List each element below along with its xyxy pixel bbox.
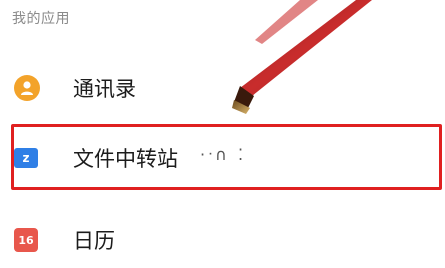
brush-pointer-icon [232, 0, 372, 114]
app-item-contacts[interactable]: 通讯录 [0, 60, 445, 116]
contacts-icon [14, 75, 40, 101]
app-label-contacts: 通讯录 [73, 77, 136, 101]
file-transfer-icon: z [14, 148, 38, 168]
app-label-file-transfer: 文件中转站 [73, 147, 178, 171]
section-title: 我的应用 [12, 11, 70, 27]
calendar-icon: 16 [14, 228, 38, 252]
file-transfer-icon-glyph: z [22, 151, 30, 165]
calendar-icon-date: 16 [18, 233, 34, 247]
app-item-calendar[interactable]: 16 日历 [0, 212, 445, 268]
scribble-mark: ·ᐧ∩ ⁚ [200, 145, 247, 164]
app-label-calendar: 日历 [73, 229, 115, 253]
